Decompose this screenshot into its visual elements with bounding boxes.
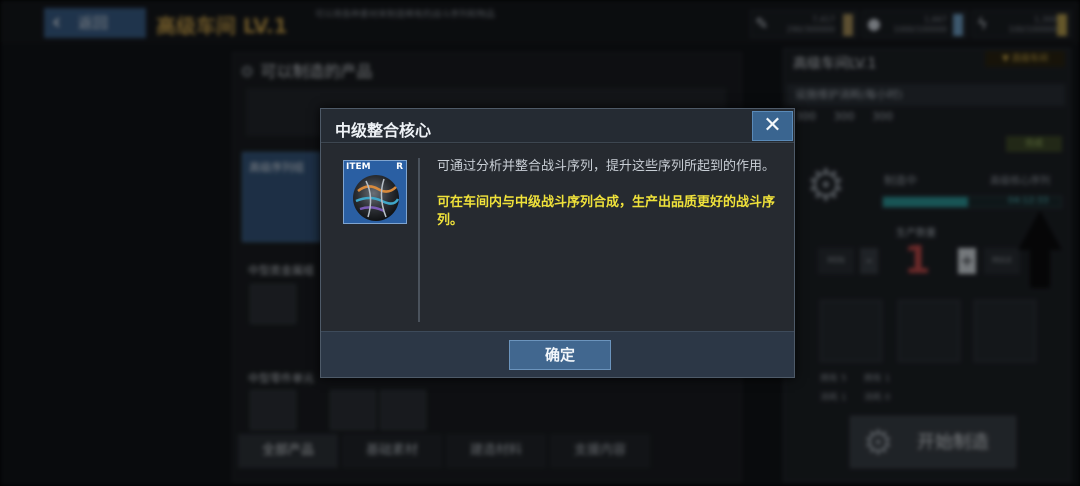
dialog-body: ITEM R 可通过分析并整合战斗序列，提升这些序列所起到的作用。 可在车间内与… [321,144,794,331]
dialog-header: 中级整合核心 ✕ [321,109,794,143]
dialog-footer: 确定 [321,331,794,377]
item-highlight: 可在车间内与中级战斗序列合成，生产出品质更好的战斗序列。 [437,195,776,228]
core-orb-icon [353,175,400,221]
item-icon-frame: ITEM R [343,160,407,224]
item-description: 可通过分析并整合战斗序列，提升这些序列所起到的作用。 [437,159,776,174]
dialog-title: 中级整合核心 [335,121,432,140]
divider [418,158,420,322]
close-button[interactable]: ✕ [752,111,793,141]
close-icon: ✕ [763,113,782,138]
item-info-dialog: 中级整合核心 ✕ ITEM R 可通过分析并整合战斗序列，提升这些序列所起到的作… [320,108,795,378]
confirm-button[interactable]: 确定 [509,340,611,370]
